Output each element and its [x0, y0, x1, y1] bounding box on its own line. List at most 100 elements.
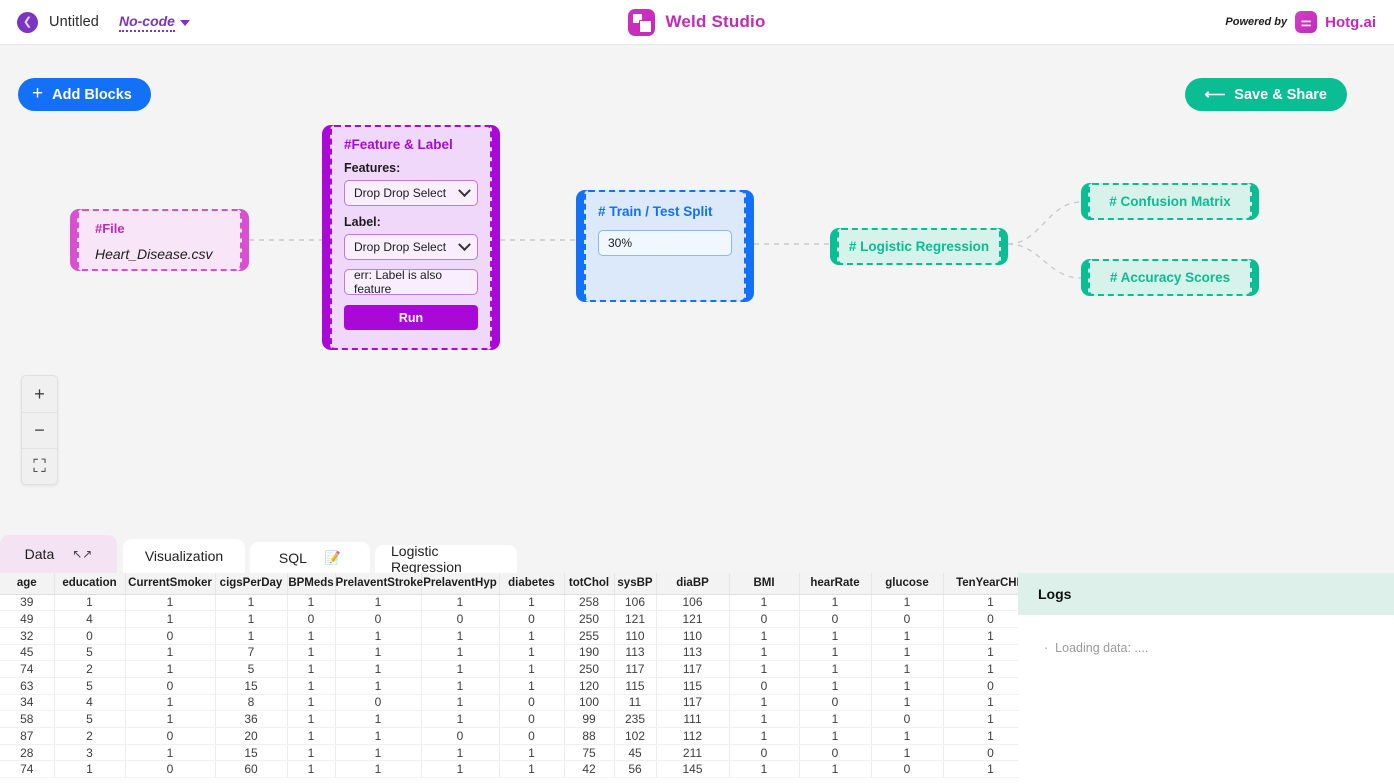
- tab-sql[interactable]: SQL 📝: [250, 542, 370, 573]
- table-cell: 4: [54, 611, 125, 628]
- table-row[interactable]: 3200111112551101101111: [0, 627, 1018, 644]
- table-cell: 0: [421, 728, 499, 745]
- table-cell: 1: [729, 594, 799, 611]
- workflow-canvas[interactable]: + Add Blocks ⟵ Save & Share #File Heart_…: [0, 45, 1394, 530]
- table-cell: 1: [287, 594, 335, 611]
- table-row[interactable]: 63501511111201151150110: [0, 677, 1018, 694]
- table-cell: 88: [564, 728, 614, 745]
- column-header-glucose[interactable]: glucose: [871, 573, 943, 594]
- table-row[interactable]: 4551711111901131131111: [0, 644, 1018, 661]
- column-header-BMI[interactable]: BMI: [729, 573, 799, 594]
- tab-sql-label: SQL: [279, 550, 307, 566]
- node-feature-label[interactable]: #Feature & Label Features: Drop Drop Sel…: [322, 125, 500, 350]
- table-cell: 1: [125, 694, 215, 711]
- top-bar: ❮ Untitled No-code Weld Studio Powered b…: [0, 0, 1394, 45]
- topbar-left-group: ❮ Untitled No-code: [0, 12, 190, 33]
- data-table-container[interactable]: ageeducationCurrentSmokercigsPerDayBPMed…: [0, 573, 1018, 784]
- table-cell: 63: [0, 677, 54, 694]
- table-cell: 0: [499, 728, 564, 745]
- column-header-hearRate[interactable]: hearRate: [799, 573, 871, 594]
- split-ratio-input[interactable]: 30%: [598, 230, 732, 256]
- table-cell: 1: [799, 661, 871, 678]
- fit-to-screen-button[interactable]: ⛶: [22, 448, 57, 484]
- zoom-in-button[interactable]: +: [22, 376, 57, 412]
- node-confusion-matrix[interactable]: # Confusion Matrix: [1081, 183, 1259, 220]
- label-error-message: err: Label is also feature: [344, 269, 478, 295]
- tab-data[interactable]: Data ↖↗: [0, 535, 117, 573]
- table-cell: 1: [943, 761, 1018, 778]
- chevron-down-icon: [458, 238, 471, 251]
- table-cell: 1: [499, 761, 564, 778]
- node-logistic-regression-inner: # Logistic Regression: [837, 228, 1001, 265]
- table-cell: 110: [614, 627, 656, 644]
- reply-arrow-icon: ⟵: [1205, 87, 1226, 103]
- zoom-out-button[interactable]: −: [22, 412, 57, 448]
- table-cell: 2: [54, 728, 125, 745]
- table-cell: 1: [871, 594, 943, 611]
- save-share-button[interactable]: ⟵ Save & Share: [1185, 78, 1348, 111]
- column-header-TenYearCHD[interactable]: TenYearCHD: [943, 573, 1018, 594]
- table-cell: 1: [125, 644, 215, 661]
- expand-icon[interactable]: ↖↗: [72, 547, 92, 561]
- table-cell: 45: [614, 744, 656, 761]
- table-row[interactable]: 8720201100881021121111: [0, 728, 1018, 745]
- node-train-test-split[interactable]: # Train / Test Split 30%: [576, 190, 754, 302]
- table-cell: 0: [499, 711, 564, 728]
- table-cell: 1: [125, 661, 215, 678]
- table-cell: 1: [54, 594, 125, 611]
- table-cell: 1: [499, 644, 564, 661]
- data-table-header-row: ageeducationCurrentSmokercigsPerDayBPMed…: [0, 573, 1018, 594]
- logs-panel: Logs ·Loading data: ....: [1018, 573, 1394, 784]
- table-row[interactable]: 7421511112501171171111: [0, 661, 1018, 678]
- zoom-controls[interactable]: + − ⛶: [21, 375, 58, 485]
- table-row[interactable]: 5851361110992351111101: [0, 711, 1018, 728]
- label-select[interactable]: Drop Drop Select: [344, 234, 478, 260]
- table-cell: 0: [799, 611, 871, 628]
- weld-studio-logo-icon: [628, 9, 655, 36]
- back-button[interactable]: ❮: [17, 12, 38, 33]
- node-file[interactable]: #File Heart_Disease.csv: [70, 209, 249, 271]
- node-train-test-title: # Train / Test Split: [598, 204, 732, 219]
- table-cell: 1: [287, 677, 335, 694]
- table-row[interactable]: 283115111175452110010: [0, 744, 1018, 761]
- table-row[interactable]: 344181010100111171011: [0, 694, 1018, 711]
- table-cell: 1: [287, 644, 335, 661]
- table-cell: 1: [215, 611, 287, 628]
- tab-logistic-regression[interactable]: Logistic Regression: [375, 545, 517, 573]
- bottom-panel: Data ↖↗ Visualization SQL 📝 Logistic Reg…: [0, 530, 1394, 784]
- table-cell: 1: [335, 677, 421, 694]
- mode-selector[interactable]: No-code: [119, 13, 190, 32]
- table-cell: 42: [564, 761, 614, 778]
- table-cell: 1: [799, 728, 871, 745]
- table-cell: 211: [656, 744, 729, 761]
- column-header-BPMeds[interactable]: BPMeds: [287, 573, 335, 594]
- column-header-diaBP[interactable]: diaBP: [656, 573, 729, 594]
- table-cell: 110: [656, 627, 729, 644]
- column-header-CurrentSmoker[interactable]: CurrentSmoker: [125, 573, 215, 594]
- add-blocks-button[interactable]: + Add Blocks: [18, 78, 151, 111]
- tab-visualization[interactable]: Visualization: [123, 539, 245, 573]
- table-row[interactable]: 741060111142561451101: [0, 761, 1018, 778]
- table-cell: 1: [799, 644, 871, 661]
- node-logistic-regression[interactable]: # Logistic Regression: [830, 228, 1008, 265]
- table-cell: 0: [335, 611, 421, 628]
- column-header-sysBP[interactable]: sysBP: [614, 573, 656, 594]
- column-header-education[interactable]: education: [54, 573, 125, 594]
- table-row[interactable]: 3911111112581061061111: [0, 594, 1018, 611]
- table-cell: 1: [499, 594, 564, 611]
- table-cell: 117: [656, 694, 729, 711]
- table-row[interactable]: 4941100002501211210000: [0, 611, 1018, 628]
- column-header-age[interactable]: age: [0, 573, 54, 594]
- table-cell: 74: [0, 761, 54, 778]
- column-header-totChol[interactable]: totChol: [564, 573, 614, 594]
- column-header-PrelaventHyp[interactable]: PrelaventHyp: [421, 573, 499, 594]
- features-select[interactable]: Drop Drop Select: [344, 180, 478, 206]
- table-cell: 5: [54, 644, 125, 661]
- chevron-down-icon: [180, 20, 190, 26]
- table-cell: 1: [943, 594, 1018, 611]
- column-header-PrelaventStroke[interactable]: PrelaventStroke: [335, 573, 421, 594]
- run-button[interactable]: Run: [344, 305, 478, 330]
- column-header-diabetes[interactable]: diabetes: [499, 573, 564, 594]
- column-header-cigsPerDay[interactable]: cigsPerDay: [215, 573, 287, 594]
- node-accuracy-scores[interactable]: # Accuracy Scores: [1081, 259, 1259, 296]
